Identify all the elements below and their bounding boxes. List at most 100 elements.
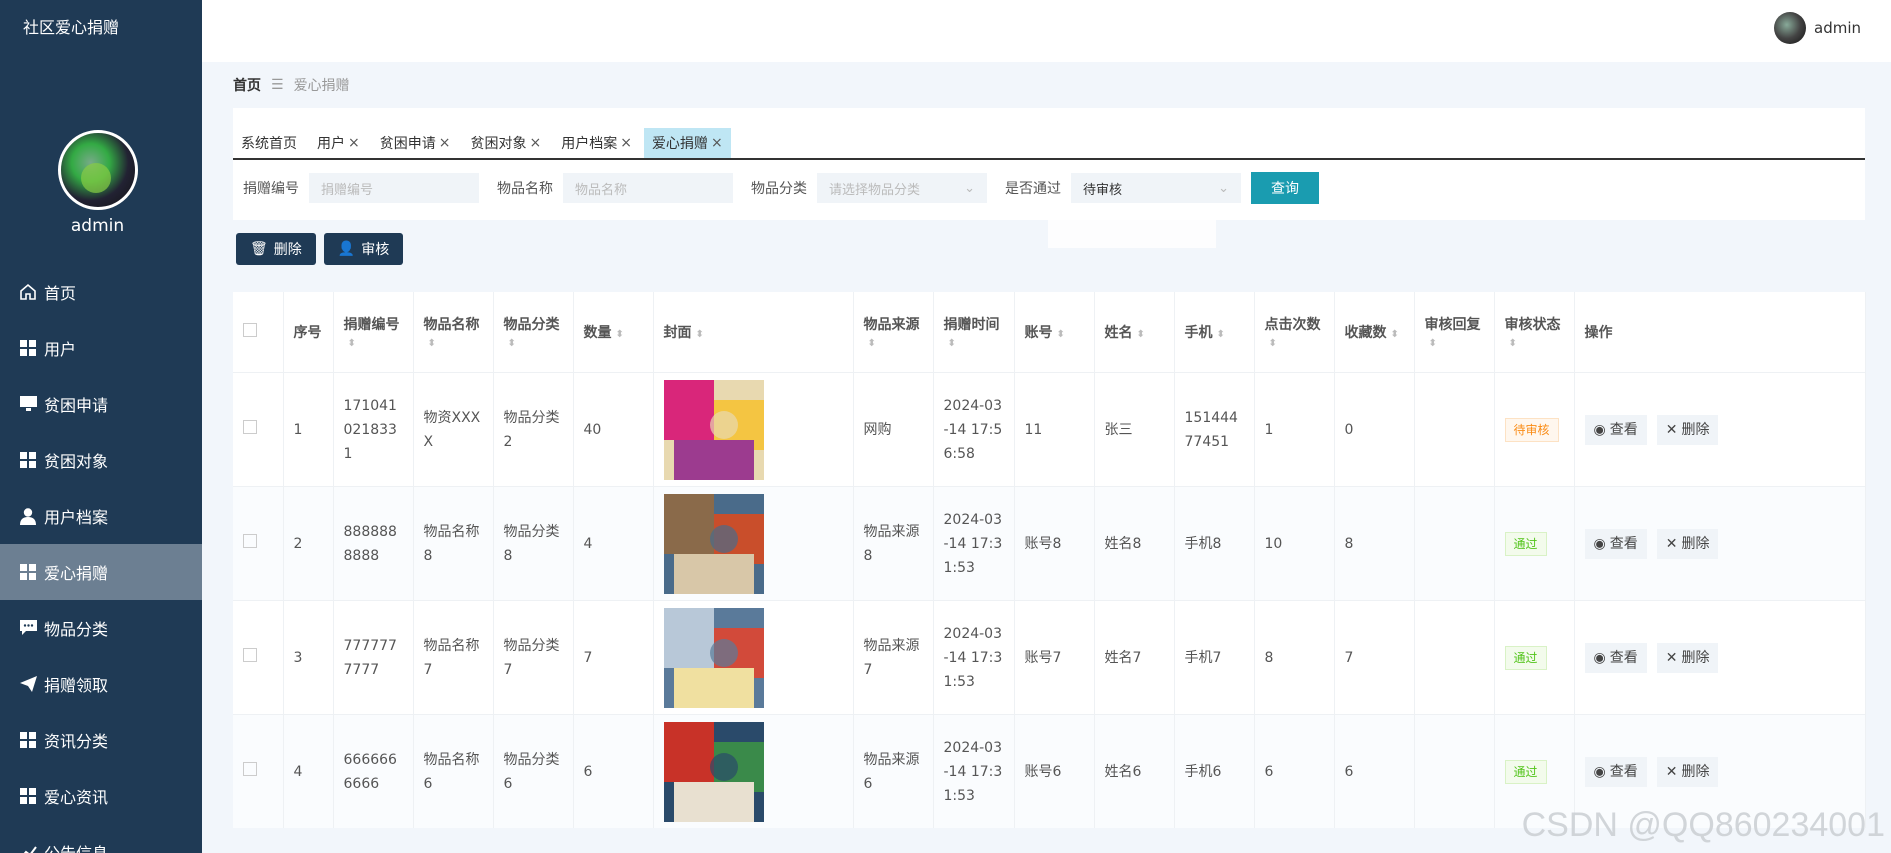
sidebar-item-5[interactable]: 爱心捐赠 xyxy=(0,544,202,600)
view-button[interactable]: ◉ 查看 xyxy=(1584,642,1647,673)
column-header[interactable]: 捐赠编号 ⬍ xyxy=(333,292,414,373)
column-header[interactable]: 物品名称 ⬍ xyxy=(413,292,494,373)
action-buttons: 🗑 删除 👤 审核 xyxy=(236,233,404,265)
close-icon[interactable]: × xyxy=(348,135,360,151)
row-checkbox[interactable] xyxy=(243,647,257,662)
close-icon[interactable]: × xyxy=(620,135,632,151)
sort-icon[interactable]: ⬍ xyxy=(1217,329,1225,340)
cell-reply xyxy=(1414,372,1495,487)
cell-favs: 7 xyxy=(1334,600,1415,715)
tab-1[interactable]: 用户 × xyxy=(309,128,368,158)
delete-button[interactable]: ✕ 删除 xyxy=(1656,528,1719,559)
sort-icon[interactable]: ⬍ xyxy=(868,338,876,349)
view-button[interactable]: ◉ 查看 xyxy=(1584,756,1647,787)
tab-0[interactable]: 系统首页 xyxy=(233,128,305,158)
delete-button[interactable]: ✕ 删除 xyxy=(1656,756,1719,787)
sidebar-item-1[interactable]: 用户 xyxy=(0,320,202,376)
close-icon[interactable]: × xyxy=(711,135,723,151)
cell-idx: 4 xyxy=(283,714,334,828)
sidebar-item-0[interactable]: 首页 xyxy=(0,264,202,320)
column-header[interactable]: 审核状态 ⬍ xyxy=(1494,292,1575,373)
column-header[interactable]: 物品来源 ⬍ xyxy=(853,292,934,373)
delete-button[interactable]: ✕ 删除 xyxy=(1656,414,1719,445)
category-select[interactable]: 请选择物品分类 ⌄ xyxy=(817,173,987,203)
sort-icon[interactable]: ⬍ xyxy=(696,329,704,340)
column-header[interactable]: 收藏数 ⬍ xyxy=(1334,292,1415,373)
tab-2[interactable]: 贫困申请 × xyxy=(372,128,459,158)
sidebar-item-label: 首页 xyxy=(44,284,77,303)
column-header-label: 序号 xyxy=(293,325,322,341)
grid-icon xyxy=(18,338,38,358)
close-icon[interactable]: × xyxy=(439,135,451,151)
sidebar-item-3[interactable]: 贫困对象 xyxy=(0,432,202,488)
sort-icon[interactable]: ⬍ xyxy=(1509,338,1517,349)
audit-button[interactable]: 👤 审核 xyxy=(323,233,404,265)
tab-4[interactable]: 用户档案 × xyxy=(553,128,640,158)
sidebar-item-7[interactable]: 捐赠领取 xyxy=(0,656,202,712)
column-header[interactable]: 物品分类 ⬍ xyxy=(493,292,574,373)
column-header[interactable]: 封面 ⬍ xyxy=(653,292,854,373)
sort-icon[interactable]: ⬍ xyxy=(428,338,436,349)
category-select-placeholder: 请选择物品分类 xyxy=(829,182,921,198)
column-header[interactable]: 捐赠时间 ⬍ xyxy=(933,292,1015,373)
item-name-label: 物品名称 xyxy=(497,181,553,197)
cell-cat: 物品分类6 xyxy=(493,714,574,828)
close-icon[interactable]: × xyxy=(529,135,541,151)
donation-no-input[interactable]: 捐赠编号 xyxy=(309,173,479,203)
breadcrumb-separator: ☰ xyxy=(271,77,284,93)
sort-icon[interactable]: ⬍ xyxy=(1391,329,1399,340)
table-row[interactable]: 2 8888888888 物品名称8 物品分类8 4 物品来源8 2024-03-14 17… xyxy=(233,486,1866,601)
column-header[interactable]: 手机 ⬍ xyxy=(1174,292,1255,373)
column-header[interactable]: 点击次数 ⬍ xyxy=(1254,292,1335,373)
chart-icon xyxy=(18,842,38,853)
monitor-icon xyxy=(18,394,38,414)
sidebar-item-label: 爱心资讯 xyxy=(44,788,109,807)
sidebar-item-9[interactable]: 爱心资讯 xyxy=(0,768,202,824)
table-row[interactable]: 3 7777777777 物品名称7 物品分类7 7 物品来源7 2024-03-14 17… xyxy=(233,600,1866,715)
sort-icon[interactable]: ⬍ xyxy=(1057,329,1065,340)
sort-icon[interactable]: ⬍ xyxy=(616,329,624,340)
column-header[interactable]: 账号 ⬍ xyxy=(1014,292,1095,373)
column-header[interactable]: 操作 xyxy=(1574,292,1866,373)
tab-5[interactable]: 爱心捐赠 × xyxy=(643,128,731,158)
select-all-checkbox[interactable] xyxy=(243,323,257,337)
column-header[interactable]: 姓名 ⬍ xyxy=(1094,292,1175,373)
sidebar-item-10[interactable]: 公告信息 xyxy=(0,824,202,853)
column-header[interactable]: 数量 ⬍ xyxy=(573,292,654,373)
row-checkbox[interactable] xyxy=(243,533,257,548)
sidebar-item-6[interactable]: 物品分类 xyxy=(0,600,202,656)
table-row[interactable]: 1 1710410218331 物资XXXX 物品分类2 40 网购 2024-03-14 … xyxy=(233,372,1866,487)
column-header[interactable]: 序号 xyxy=(283,292,334,373)
sort-icon[interactable]: ⬍ xyxy=(1137,329,1145,340)
trash-icon: 🗑 xyxy=(250,241,268,257)
sort-icon[interactable]: ⬍ xyxy=(1269,338,1277,349)
tab-3[interactable]: 贫困对象 × xyxy=(462,128,549,158)
delete-button[interactable]: ✕ 删除 xyxy=(1656,642,1719,673)
row-checkbox[interactable] xyxy=(243,419,257,434)
cell-no: 7777777777 xyxy=(333,600,414,715)
column-header-label: 手机 xyxy=(1184,325,1213,341)
row-checkbox[interactable] xyxy=(243,761,257,776)
sidebar-item-8[interactable]: 资讯分类 xyxy=(0,712,202,768)
cell-clicks: 10 xyxy=(1254,486,1335,601)
column-header[interactable]: 审核回复 ⬍ xyxy=(1414,292,1495,373)
sort-icon[interactable]: ⬍ xyxy=(348,338,356,349)
item-name-input[interactable]: 物品名称 xyxy=(563,173,733,203)
approved-select[interactable]: 待审核 ⌄ xyxy=(1071,173,1241,203)
cell-idx: 2 xyxy=(283,486,334,601)
view-button[interactable]: ◉ 查看 xyxy=(1584,414,1647,445)
sidebar-username: admin xyxy=(70,216,125,236)
view-button[interactable]: ◉ 查看 xyxy=(1584,528,1647,559)
batch-delete-button[interactable]: 🗑 删除 xyxy=(236,233,316,265)
sort-icon[interactable]: ⬍ xyxy=(1429,338,1437,349)
cell-qty: 4 xyxy=(573,486,654,601)
breadcrumb-home[interactable]: 首页 xyxy=(233,75,261,95)
sidebar-item-4[interactable]: 用户档案 xyxy=(0,488,202,544)
cell-favs: 8 xyxy=(1334,486,1415,601)
query-button[interactable]: 查询 xyxy=(1251,172,1319,204)
sort-icon[interactable]: ⬍ xyxy=(508,338,516,349)
user-menu[interactable]: admin xyxy=(1774,12,1861,44)
approved-label: 是否通过 xyxy=(1005,181,1061,197)
sort-icon[interactable]: ⬍ xyxy=(948,338,956,349)
sidebar-item-2[interactable]: 贫困申请 xyxy=(0,376,202,432)
